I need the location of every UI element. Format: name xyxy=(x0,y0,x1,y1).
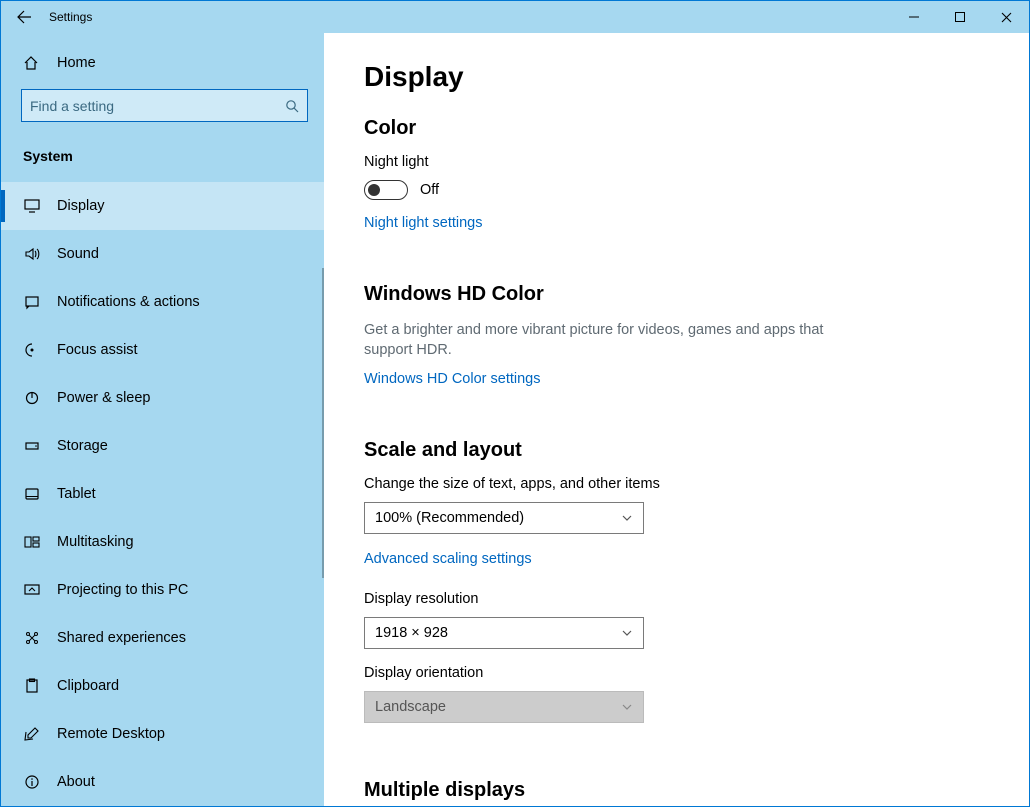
section-hdcolor: Windows HD Color xyxy=(364,283,989,306)
sidebar-group-title: System xyxy=(1,140,324,182)
window-title: Settings xyxy=(47,10,92,24)
sidebar-scrollbar[interactable] xyxy=(322,268,324,578)
close-icon xyxy=(1001,12,1012,23)
shared-icon xyxy=(23,630,41,646)
sidebar-item-label: About xyxy=(57,774,95,790)
orientation-label: Display orientation xyxy=(364,665,989,681)
about-icon xyxy=(23,774,41,790)
sound-icon xyxy=(23,246,41,262)
sidebar-item-label: Sound xyxy=(57,246,99,262)
maximize-icon xyxy=(955,12,965,22)
back-button[interactable] xyxy=(1,1,47,33)
scale-value: 100% (Recommended) xyxy=(375,510,524,526)
body: Home System Display Sound Notifications & … xyxy=(1,33,1029,806)
sidebar-item-display[interactable]: Display xyxy=(1,182,324,230)
minimize-icon xyxy=(909,12,919,22)
sidebar-item-shared-experiences[interactable]: Shared experiences xyxy=(1,614,324,662)
sidebar-item-label: Focus assist xyxy=(57,342,138,358)
section-multiple: Multiple displays xyxy=(364,779,989,802)
sidebar-item-label: Notifications & actions xyxy=(57,294,200,310)
settings-window: Settings Home xyxy=(0,0,1030,807)
sidebar-item-label: Remote Desktop xyxy=(57,726,165,742)
nav-list: Display Sound Notifications & actions Focus… xyxy=(1,182,324,806)
night-light-toggle-row: Off xyxy=(364,180,989,200)
orientation-select: Landscape xyxy=(364,691,644,723)
chevron-down-icon xyxy=(621,701,633,713)
resolution-select[interactable]: 1918 × 928 xyxy=(364,617,644,649)
sidebar: Home System Display Sound Notifications & … xyxy=(1,33,324,806)
orientation-value: Landscape xyxy=(375,699,446,715)
power-icon xyxy=(23,390,41,406)
sidebar-item-label: Multitasking xyxy=(57,534,134,550)
night-light-toggle[interactable] xyxy=(364,180,408,200)
titlebar: Settings xyxy=(1,1,1029,33)
arrow-left-icon xyxy=(16,9,32,25)
sidebar-item-label: Power & sleep xyxy=(57,390,151,406)
sidebar-item-multitasking[interactable]: Multitasking xyxy=(1,518,324,566)
search-icon xyxy=(285,99,299,113)
search-input[interactable] xyxy=(30,98,285,114)
sidebar-item-storage[interactable]: Storage xyxy=(1,422,324,470)
sidebar-item-label: Display xyxy=(57,198,105,214)
sidebar-item-label: Storage xyxy=(57,438,108,454)
chevron-down-icon xyxy=(621,512,633,524)
home-icon xyxy=(23,55,39,71)
sidebar-item-tablet[interactable]: Tablet xyxy=(1,470,324,518)
night-light-label: Night light xyxy=(364,154,989,170)
notifications-icon xyxy=(23,294,41,310)
scale-label: Change the size of text, apps, and other… xyxy=(364,476,989,492)
search-wrap xyxy=(21,89,308,122)
display-icon xyxy=(23,198,41,214)
scale-select[interactable]: 100% (Recommended) xyxy=(364,502,644,534)
hdcolor-settings-link[interactable]: Windows HD Color settings xyxy=(364,371,540,387)
sidebar-item-label: Clipboard xyxy=(57,678,119,694)
sidebar-item-remote-desktop[interactable]: Remote Desktop xyxy=(1,710,324,758)
section-scale: Scale and layout xyxy=(364,439,989,462)
hdcolor-desc: Get a brighter and more vibrant picture … xyxy=(364,320,824,360)
page-title: Display xyxy=(364,61,989,93)
night-light-settings-link[interactable]: Night light settings xyxy=(364,215,482,231)
sidebar-item-focus-assist[interactable]: Focus assist xyxy=(1,326,324,374)
clipboard-icon xyxy=(23,678,41,694)
content: Display Color Night light Off Night ligh… xyxy=(324,33,1029,806)
tablet-icon xyxy=(23,486,41,502)
remote-icon xyxy=(23,726,41,742)
sidebar-item-clipboard[interactable]: Clipboard xyxy=(1,662,324,710)
chevron-down-icon xyxy=(621,627,633,639)
maximize-button[interactable] xyxy=(937,1,983,33)
focus-assist-icon xyxy=(23,342,41,358)
night-light-state: Off xyxy=(420,182,439,198)
projecting-icon xyxy=(23,582,41,598)
search-box[interactable] xyxy=(21,89,308,122)
multitasking-icon xyxy=(23,534,41,550)
sidebar-item-label: Tablet xyxy=(57,486,96,502)
sidebar-item-sound[interactable]: Sound xyxy=(1,230,324,278)
sidebar-item-about[interactable]: About xyxy=(1,758,324,806)
resolution-value: 1918 × 928 xyxy=(375,625,448,641)
close-button[interactable] xyxy=(983,1,1029,33)
sidebar-item-label: Shared experiences xyxy=(57,630,186,646)
sidebar-item-notifications-actions[interactable]: Notifications & actions xyxy=(1,278,324,326)
section-color: Color xyxy=(364,117,989,140)
sidebar-item-label: Projecting to this PC xyxy=(57,582,188,598)
sidebar-item-power-sleep[interactable]: Power & sleep xyxy=(1,374,324,422)
minimize-button[interactable] xyxy=(891,1,937,33)
home-button[interactable]: Home xyxy=(1,49,324,77)
advanced-scaling-link[interactable]: Advanced scaling settings xyxy=(364,551,532,567)
storage-icon xyxy=(23,438,41,454)
sidebar-item-projecting-to-this-pc[interactable]: Projecting to this PC xyxy=(1,566,324,614)
resolution-label: Display resolution xyxy=(364,591,989,607)
home-label: Home xyxy=(57,55,96,71)
